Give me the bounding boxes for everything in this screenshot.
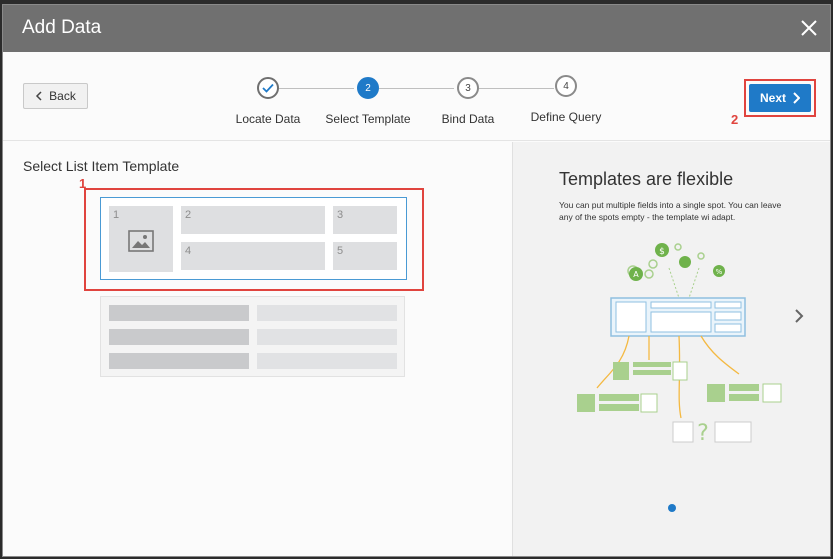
step-define-query[interactable]: 4 Define Query xyxy=(511,52,621,141)
add-data-dialog: Add Data Back Locate Data 2 Select Templ… xyxy=(2,4,831,557)
next-highlight: Next xyxy=(744,79,816,117)
template-cell: 4 xyxy=(181,242,325,270)
template-row xyxy=(109,305,249,321)
dialog-titlebar: Add Data xyxy=(3,5,830,52)
list-item-template-option-2[interactable] xyxy=(100,296,405,377)
step-locate-data[interactable]: Locate Data xyxy=(213,52,323,141)
step-label: Define Query xyxy=(530,110,602,124)
help-carousel: Templates are flexible You can put multi… xyxy=(512,142,830,556)
step-label: Select Template xyxy=(325,112,411,126)
annotation-marker-2: 2 xyxy=(731,112,739,127)
back-button-label: Back xyxy=(49,89,76,103)
template-row xyxy=(109,329,249,345)
svg-text:A: A xyxy=(633,270,639,279)
template-cell: 3 xyxy=(333,206,397,234)
template-cell: 1 xyxy=(109,206,173,272)
template-row xyxy=(109,353,249,369)
flexible-template-illustration: $ % A ? xyxy=(577,243,782,446)
next-button-label: Next xyxy=(759,91,786,105)
dialog-title: Add Data xyxy=(22,17,102,38)
template-highlight: 1 2 3 4 5 xyxy=(84,188,424,291)
step-number: 2 xyxy=(357,77,379,99)
svg-text:?: ? xyxy=(697,421,709,446)
list-item-template-option[interactable]: 1 2 3 4 5 xyxy=(100,197,407,280)
template-cell: 5 xyxy=(333,242,397,270)
help-title: Templates are flexible xyxy=(559,169,734,189)
step-label: Bind Data xyxy=(441,112,495,126)
carousel-next-icon[interactable] xyxy=(791,308,807,324)
step-label: Locate Data xyxy=(235,112,301,126)
template-row xyxy=(257,353,397,369)
section-title: Select List Item Template xyxy=(23,158,180,174)
step-number: 4 xyxy=(555,75,577,97)
help-text: You can put multiple fields into a singl… xyxy=(559,200,782,222)
step-check-icon xyxy=(257,77,279,99)
chevron-right-icon xyxy=(793,92,800,104)
step-number: 3 xyxy=(457,77,479,99)
template-cell: 2 xyxy=(181,206,325,234)
step-select-template[interactable]: 2 Select Template xyxy=(313,52,423,141)
svg-text:$: $ xyxy=(659,247,665,257)
template-panel: Select List Item Template 1 1 2 3 4 5 xyxy=(3,142,512,556)
back-button[interactable]: Back xyxy=(23,83,88,109)
image-icon xyxy=(128,230,154,252)
next-button[interactable]: Next xyxy=(749,84,811,112)
wizard-header: Back Locate Data 2 Select Template 3 Bin… xyxy=(3,52,830,141)
template-row xyxy=(257,329,397,345)
template-row xyxy=(257,305,397,321)
close-icon[interactable] xyxy=(798,17,820,39)
chevron-left-icon xyxy=(36,91,42,101)
carousel-page-indicator[interactable] xyxy=(668,504,676,512)
svg-text:%: % xyxy=(716,268,723,276)
template-cell-number: 1 xyxy=(113,209,120,221)
step-bind-data[interactable]: 3 Bind Data xyxy=(413,52,523,141)
